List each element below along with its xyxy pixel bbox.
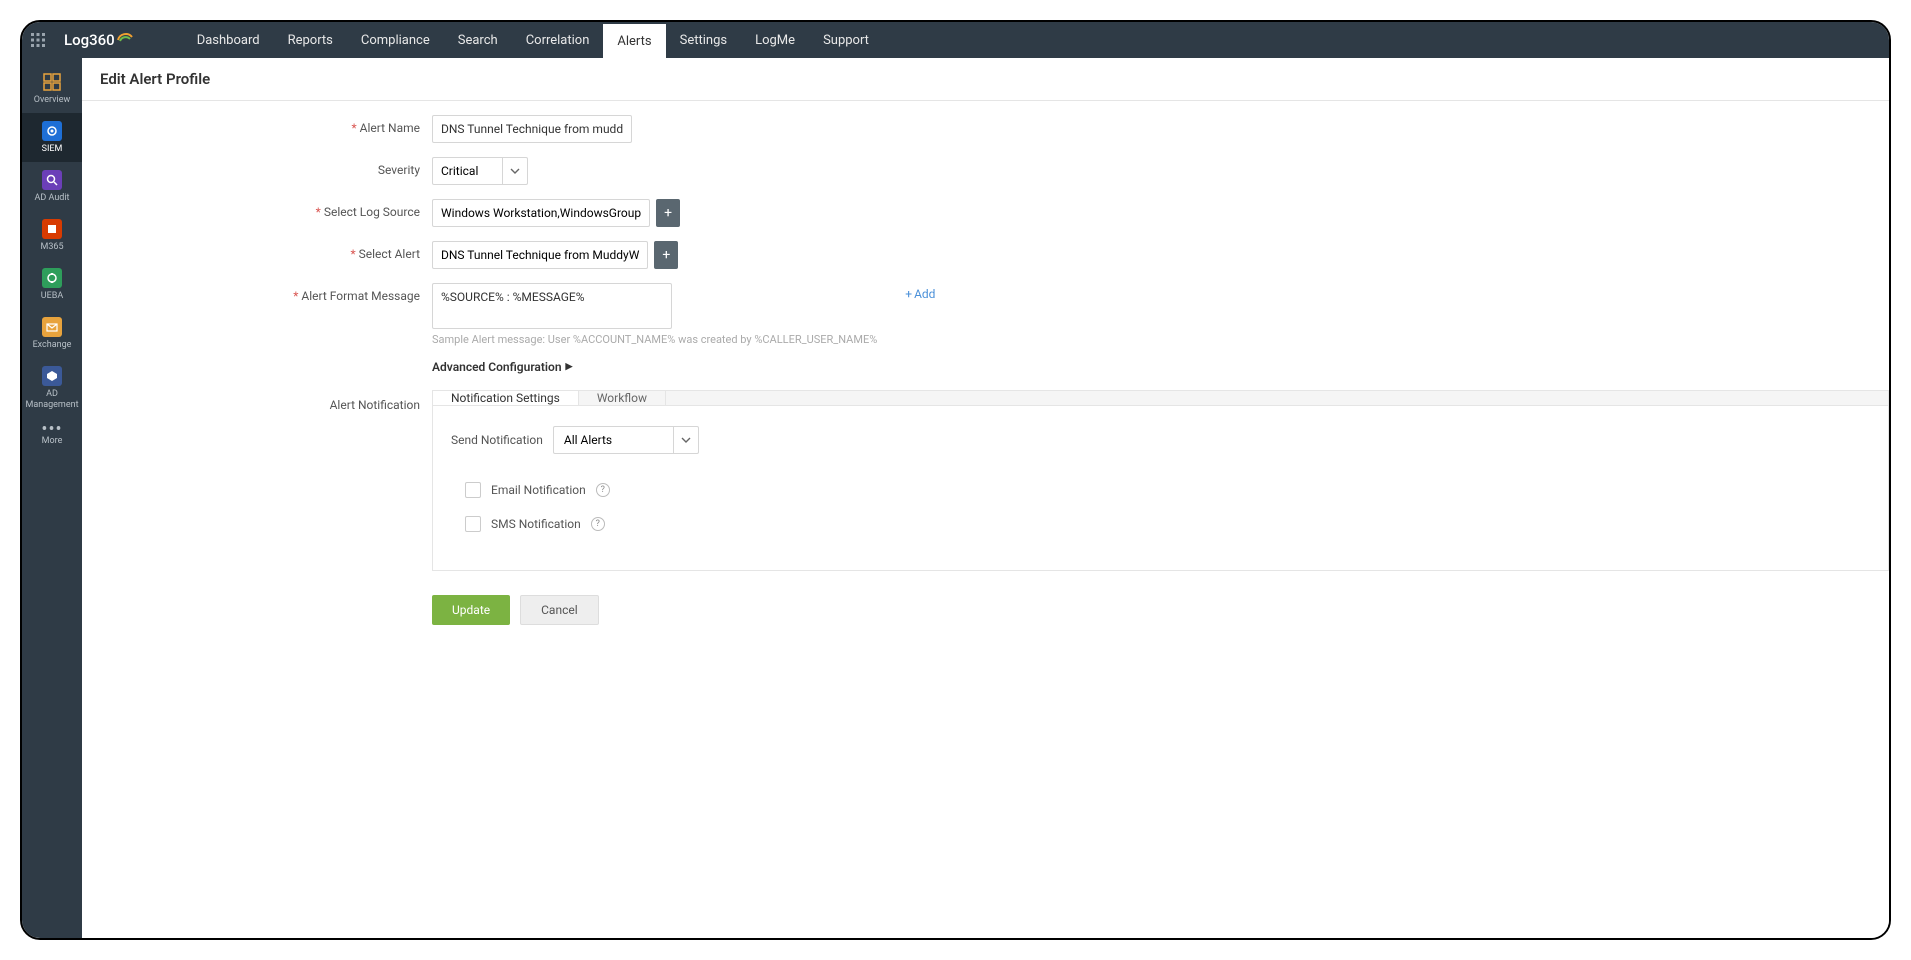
chevron-down-icon [674,437,698,443]
brand-text: Log360 [64,31,115,49]
more-icon: ••• [41,427,62,433]
sidebar-item-exchange[interactable]: Exchange [22,309,82,358]
sidebar-item-admgmt[interactable]: AD Management [22,358,82,419]
sidebar-item-adaudit[interactable]: AD Audit [22,162,82,211]
add-format-link[interactable]: +Add [905,287,935,301]
sidebar-label: AD Audit [34,193,69,203]
cancel-button[interactable]: Cancel [520,595,599,625]
alert-name-input[interactable] [432,115,632,143]
required-asterisk: * [316,205,321,219]
sample-message-text: Sample Alert message: User %ACCOUNT_NAME… [432,333,877,346]
email-notification-checkbox[interactable] [465,482,481,498]
sidebar: Overview SIEM AD Audit M365 [22,58,82,938]
sidebar-label: Overview [34,95,70,105]
update-button[interactable]: Update [432,595,510,625]
sidebar-label: AD Management [22,389,82,411]
format-message-label: Alert Format Message [301,289,420,303]
ueba-icon [42,268,62,288]
advanced-config-toggle[interactable]: Advanced Configuration ▶ [432,360,1889,374]
notification-tabs: Notification Settings Workflow [432,390,1889,406]
triangle-right-icon: ▶ [566,362,573,372]
select-alert-label: Select Alert [359,247,420,261]
admgmt-icon [42,366,62,386]
apps-icon[interactable] [22,22,54,58]
sidebar-item-overview[interactable]: Overview [22,64,82,113]
nav-support[interactable]: Support [809,22,883,58]
email-notification-label: Email Notification [491,483,586,497]
log-source-label: Select Log Source [324,205,420,219]
m365-icon [42,219,62,239]
severity-value: Critical [433,158,503,184]
alert-name-label: Alert Name [360,121,420,135]
overview-icon [42,72,62,92]
help-icon[interactable]: ? [596,483,610,497]
adaudit-icon [42,170,62,190]
format-message-textarea[interactable] [432,283,672,329]
brand-arc-icon [117,28,133,46]
topbar: Log360 Dashboard Reports Compliance Sear… [22,22,1889,58]
add-log-source-button[interactable]: + [656,199,680,227]
sms-notification-label: SMS Notification [491,517,581,531]
plus-icon: + [905,287,912,301]
send-notification-value: All Alerts [554,427,674,453]
sidebar-item-siem[interactable]: SIEM [22,113,82,162]
required-asterisk: * [350,247,355,261]
sidebar-label: More [42,436,63,446]
required-asterisk: * [351,121,356,135]
exchange-icon [42,317,62,337]
nav-search[interactable]: Search [444,22,512,58]
nav-reports[interactable]: Reports [274,22,347,58]
main-nav: Dashboard Reports Compliance Search Corr… [183,22,883,58]
nav-settings[interactable]: Settings [666,22,741,58]
tab-notification-settings[interactable]: Notification Settings [433,391,579,405]
sidebar-label: UEBA [41,291,63,301]
required-asterisk: * [293,289,298,303]
advanced-label: Advanced Configuration [432,360,562,374]
severity-select[interactable]: Critical [432,157,528,185]
sidebar-label: SIEM [42,144,63,154]
page-title: Edit Alert Profile [100,70,1871,88]
sidebar-item-m365[interactable]: M365 [22,211,82,260]
send-notification-select[interactable]: All Alerts [553,426,699,454]
select-alert-field[interactable]: DNS Tunnel Technique from MuddyW [432,241,648,269]
page-header: Edit Alert Profile [82,58,1889,101]
nav-logme[interactable]: LogMe [741,22,809,58]
help-icon[interactable]: ? [591,517,605,531]
content-area: Edit Alert Profile * Alert Name Severity … [82,58,1889,938]
severity-label: Severity [378,163,420,177]
sidebar-item-more[interactable]: ••• More [22,419,82,454]
siem-icon [42,121,62,141]
chevron-down-icon [503,168,527,174]
log-source-field[interactable]: Windows Workstation,WindowsGroup [432,199,650,227]
add-alert-button[interactable]: + [654,241,678,269]
nav-dashboard[interactable]: Dashboard [183,22,274,58]
nav-compliance[interactable]: Compliance [347,22,444,58]
nav-alerts[interactable]: Alerts [603,22,665,58]
send-notification-label: Send Notification [451,433,543,447]
notification-tab-body: Send Notification All Alerts Email Notif… [432,406,1889,571]
sidebar-label: M365 [40,242,63,252]
sms-notification-checkbox[interactable] [465,516,481,532]
add-link-text: Add [914,287,935,301]
alert-form: * Alert Name Severity Critical [82,101,1889,625]
nav-correlation[interactable]: Correlation [512,22,604,58]
sidebar-item-ueba[interactable]: UEBA [22,260,82,309]
tab-workflow[interactable]: Workflow [579,391,666,405]
alert-notification-label: Alert Notification [82,390,432,412]
brand-logo[interactable]: Log360 [54,31,143,49]
sidebar-label: Exchange [33,340,72,350]
